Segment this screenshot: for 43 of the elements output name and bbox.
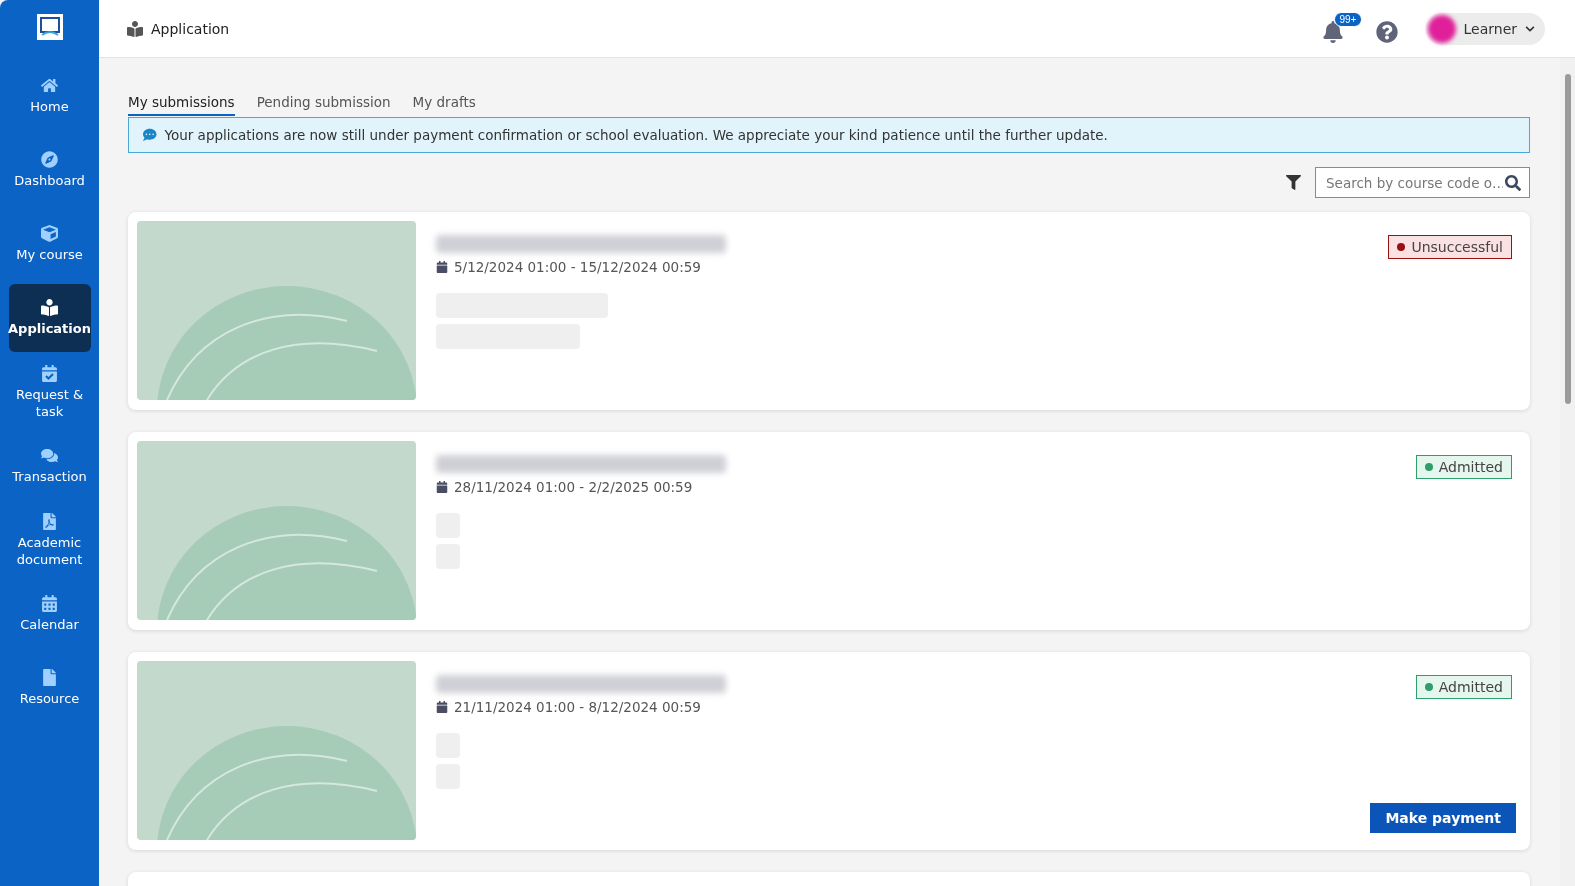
- tab[interactable]: My drafts: [412, 90, 476, 116]
- date-range: 21/11/2024 01:00 - 8/12/2024 00:59: [454, 699, 701, 715]
- calendar-icon: [436, 481, 448, 493]
- calendar-icon: [41, 595, 58, 612]
- nav-item[interactable]: Resource: [8, 654, 91, 722]
- document-icon: [41, 512, 58, 530]
- make-payment-button[interactable]: Make payment: [1370, 803, 1516, 833]
- page-title: Application: [151, 20, 230, 37]
- notification-button[interactable]: 99+: [1317, 10, 1364, 47]
- status-badge: Admitted: [1415, 675, 1512, 699]
- status-badge: Unsuccessful: [1388, 235, 1512, 259]
- search-icon: [1505, 174, 1521, 191]
- calendar-icon: [436, 261, 448, 273]
- logo-icon[interactable]: [36, 14, 63, 40]
- nav-item[interactable]: Home: [8, 62, 91, 130]
- nav-item[interactable]: Request & task: [8, 358, 91, 426]
- calendar-check-icon: [41, 364, 58, 382]
- notification-badge: 99+: [1333, 11, 1363, 27]
- status-badge: Admitted: [1415, 455, 1512, 479]
- file-icon: [41, 669, 58, 686]
- help-icon: [1375, 20, 1398, 43]
- reader-icon: [127, 20, 143, 37]
- user-menu[interactable]: Learner: [1425, 12, 1545, 45]
- nav-item[interactable]: Transaction: [8, 432, 91, 500]
- nav-item[interactable]: My course: [8, 210, 91, 278]
- compass-icon: [41, 151, 58, 168]
- nav-item[interactable]: Dashboard: [8, 136, 91, 204]
- chevron-icon: [1525, 23, 1535, 34]
- nav-item[interactable]: Academic document: [8, 506, 91, 574]
- filter-icon[interactable]: [1286, 175, 1301, 190]
- cube-icon: [41, 225, 58, 242]
- date-range: 28/11/2024 01:00 - 2/2/2025 00:59: [454, 479, 693, 495]
- date-range: 5/12/2024 01:00 - 15/12/2024 00:59: [454, 259, 701, 275]
- notice-text: Your applications are now still under payment confirmation or school evaluation. We appreciate your kind patience until the further update.: [164, 127, 1108, 143]
- nav-item[interactable]: Application: [8, 284, 91, 352]
- avatar: [1427, 14, 1456, 43]
- tab[interactable]: Pending submission: [256, 90, 391, 116]
- comment-icon: [143, 128, 157, 142]
- reader-icon: [41, 299, 58, 316]
- nav-item[interactable]: Calendar: [8, 580, 91, 648]
- chat-icon: [41, 447, 58, 464]
- calendar-icon: [436, 701, 448, 713]
- home-icon: [41, 77, 58, 94]
